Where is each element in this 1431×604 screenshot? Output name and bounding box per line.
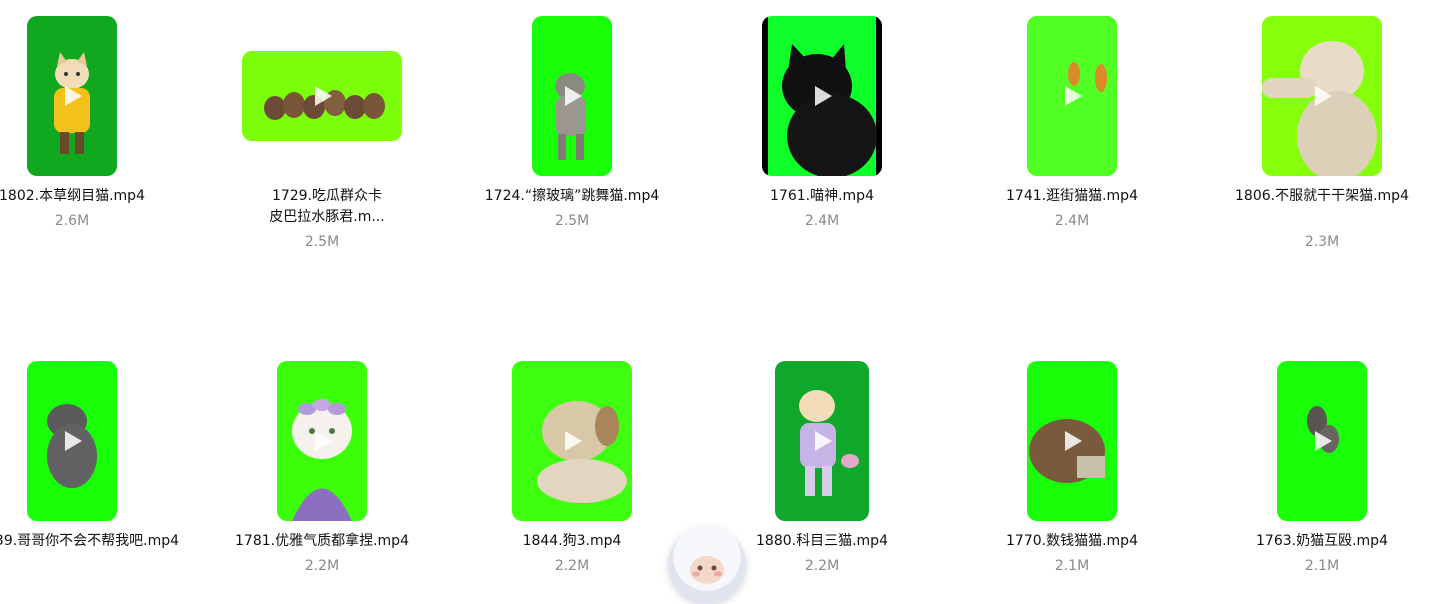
file-name[interactable]: 1844.狗3.mp4	[472, 531, 672, 552]
play-icon[interactable]	[310, 84, 334, 108]
play-icon[interactable]	[60, 84, 84, 108]
file-size: 2.4M	[804, 213, 840, 229]
assistant-avatar-icon[interactable]	[668, 526, 746, 604]
file-size: 2.3M	[1304, 234, 1340, 250]
file-size: 2.2M	[304, 558, 340, 574]
file-name[interactable]: 1763.奶猫互殴.mp4	[1222, 531, 1422, 552]
video-thumbnail[interactable]	[1027, 361, 1117, 521]
play-icon[interactable]	[810, 84, 834, 108]
file-name[interactable]: 1806.不服就干干架猫.mp4	[1232, 186, 1412, 207]
play-icon[interactable]	[1060, 429, 1084, 453]
file-size: 2.6M	[54, 213, 90, 229]
file-name[interactable]: 1729.吃瓜群众卡皮巴拉水豚君.m...	[267, 186, 387, 228]
file-size: 2.1M	[1304, 558, 1340, 574]
play-icon[interactable]	[60, 429, 84, 453]
play-icon[interactable]	[1310, 429, 1334, 453]
file-size: 2.2M	[804, 558, 840, 574]
file-size: 2.5M	[304, 234, 340, 250]
file-name[interactable]: 1724.“擦玻璃”跳舞猫.mp4	[472, 186, 672, 207]
play-icon[interactable]	[560, 429, 584, 453]
file-name[interactable]: 1761.喵神.mp4	[722, 186, 922, 207]
file-size: 2.5M	[554, 213, 590, 229]
video-thumbnail[interactable]	[762, 16, 882, 176]
play-icon[interactable]	[310, 429, 334, 453]
video-thumbnail[interactable]	[242, 51, 402, 141]
file-name[interactable]: 39.哥哥你不会不帮我吧.mp4	[0, 531, 182, 552]
file-size: 2.4M	[1054, 213, 1090, 229]
play-icon[interactable]	[560, 84, 584, 108]
assistant-face	[683, 544, 731, 588]
video-thumbnail[interactable]	[1027, 16, 1117, 176]
file-size: 2.1M	[1054, 558, 1090, 574]
video-thumbnail[interactable]	[27, 16, 117, 176]
video-thumbnail[interactable]	[1262, 16, 1382, 176]
file-size: 2.2M	[554, 558, 590, 574]
video-thumbnail[interactable]	[775, 361, 869, 521]
file-name[interactable]: 1741.逛街猫猫.mp4	[972, 186, 1172, 207]
video-thumbnail[interactable]	[532, 16, 612, 176]
file-name[interactable]: 1802.本草纲目猫.mp4	[0, 186, 172, 207]
play-icon[interactable]	[1060, 84, 1084, 108]
video-thumbnail[interactable]	[1277, 361, 1367, 521]
file-name[interactable]: 1770.数钱猫猫.mp4	[972, 531, 1172, 552]
video-thumbnail[interactable]	[277, 361, 367, 521]
play-icon[interactable]	[1310, 84, 1334, 108]
video-thumbnail[interactable]	[512, 361, 632, 521]
play-icon[interactable]	[810, 429, 834, 453]
video-thumbnail[interactable]	[27, 361, 117, 521]
file-name[interactable]: 1880.科目三猫.mp4	[722, 531, 922, 552]
file-name[interactable]: 1781.优雅气质都拿捏.mp4	[222, 531, 422, 552]
